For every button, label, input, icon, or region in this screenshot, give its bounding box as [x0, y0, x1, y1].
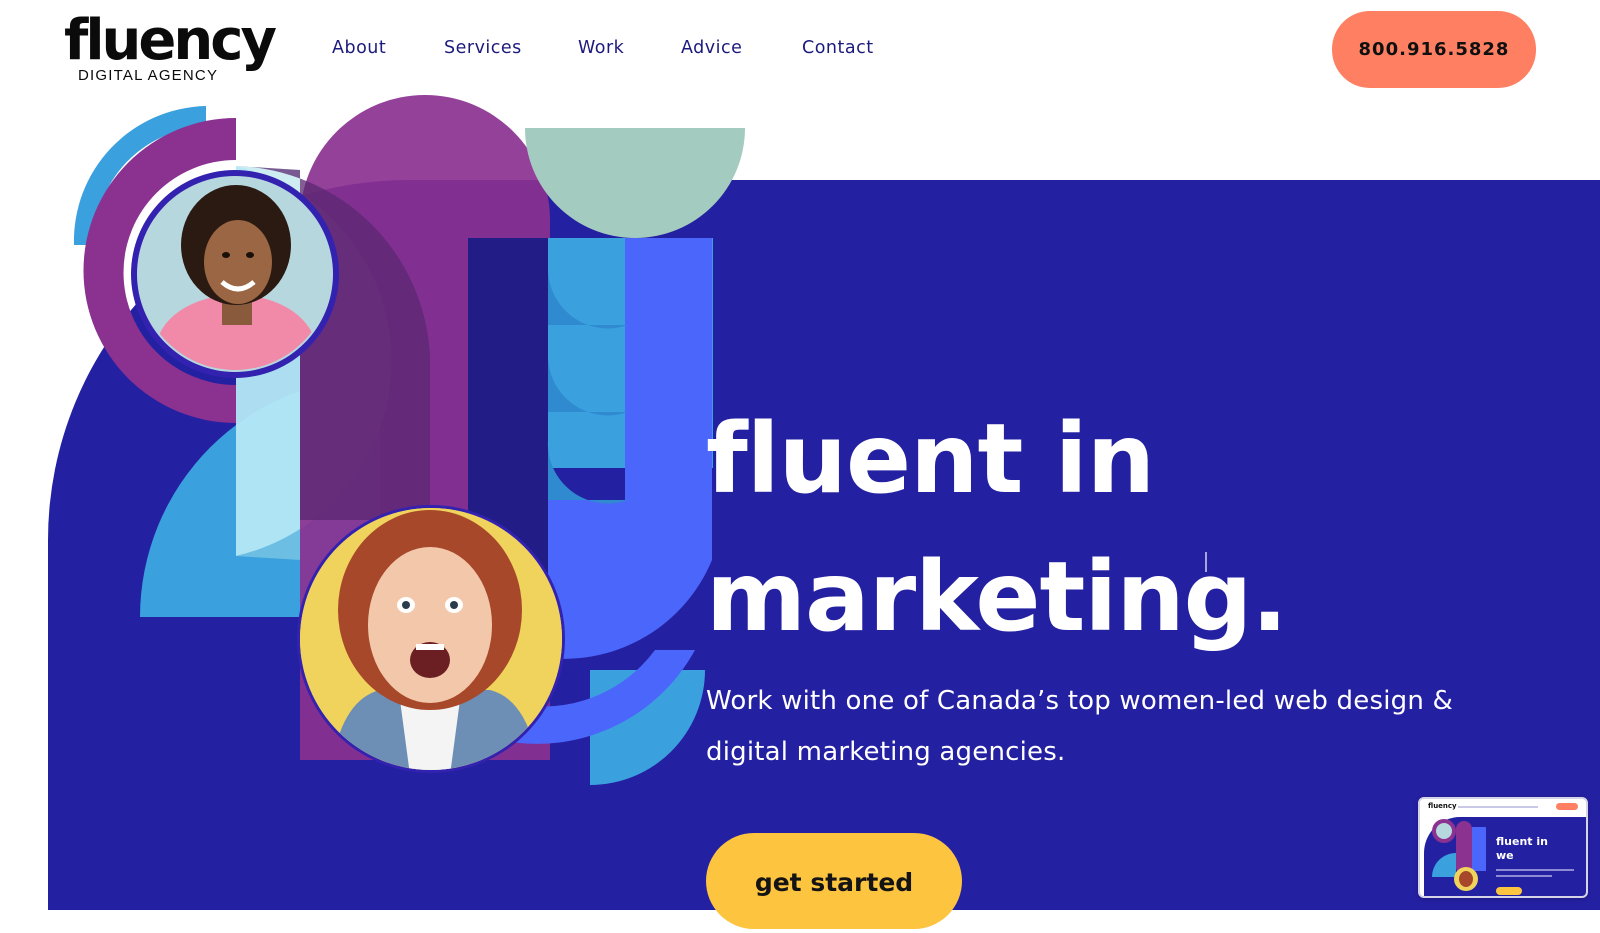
thumbnail-cta	[1496, 887, 1522, 895]
thumbnail-headline: fluent in we	[1496, 835, 1548, 862]
woman-red-hair-photo	[297, 505, 565, 773]
text-cursor	[1205, 552, 1207, 572]
thumbnail-illustration	[1432, 819, 1486, 891]
hero-headline-line-2: marketing.	[706, 541, 1288, 654]
hero-headline-line-1: fluent in	[706, 403, 1155, 516]
thumbnail-logo: fluency	[1428, 802, 1457, 810]
thumbnail-nav	[1458, 806, 1538, 808]
get-started-button[interactable]: get started	[706, 833, 962, 929]
hero-subtext: Work with one of Canada’s top women-led …	[706, 686, 1453, 767]
thumbnail-subtext-line	[1496, 869, 1574, 871]
page-preview-thumbnail[interactable]: fluency fluent in we	[1418, 797, 1588, 898]
thumbnail-subtext-line	[1496, 875, 1552, 877]
thumbnail-phone-button	[1556, 803, 1578, 810]
